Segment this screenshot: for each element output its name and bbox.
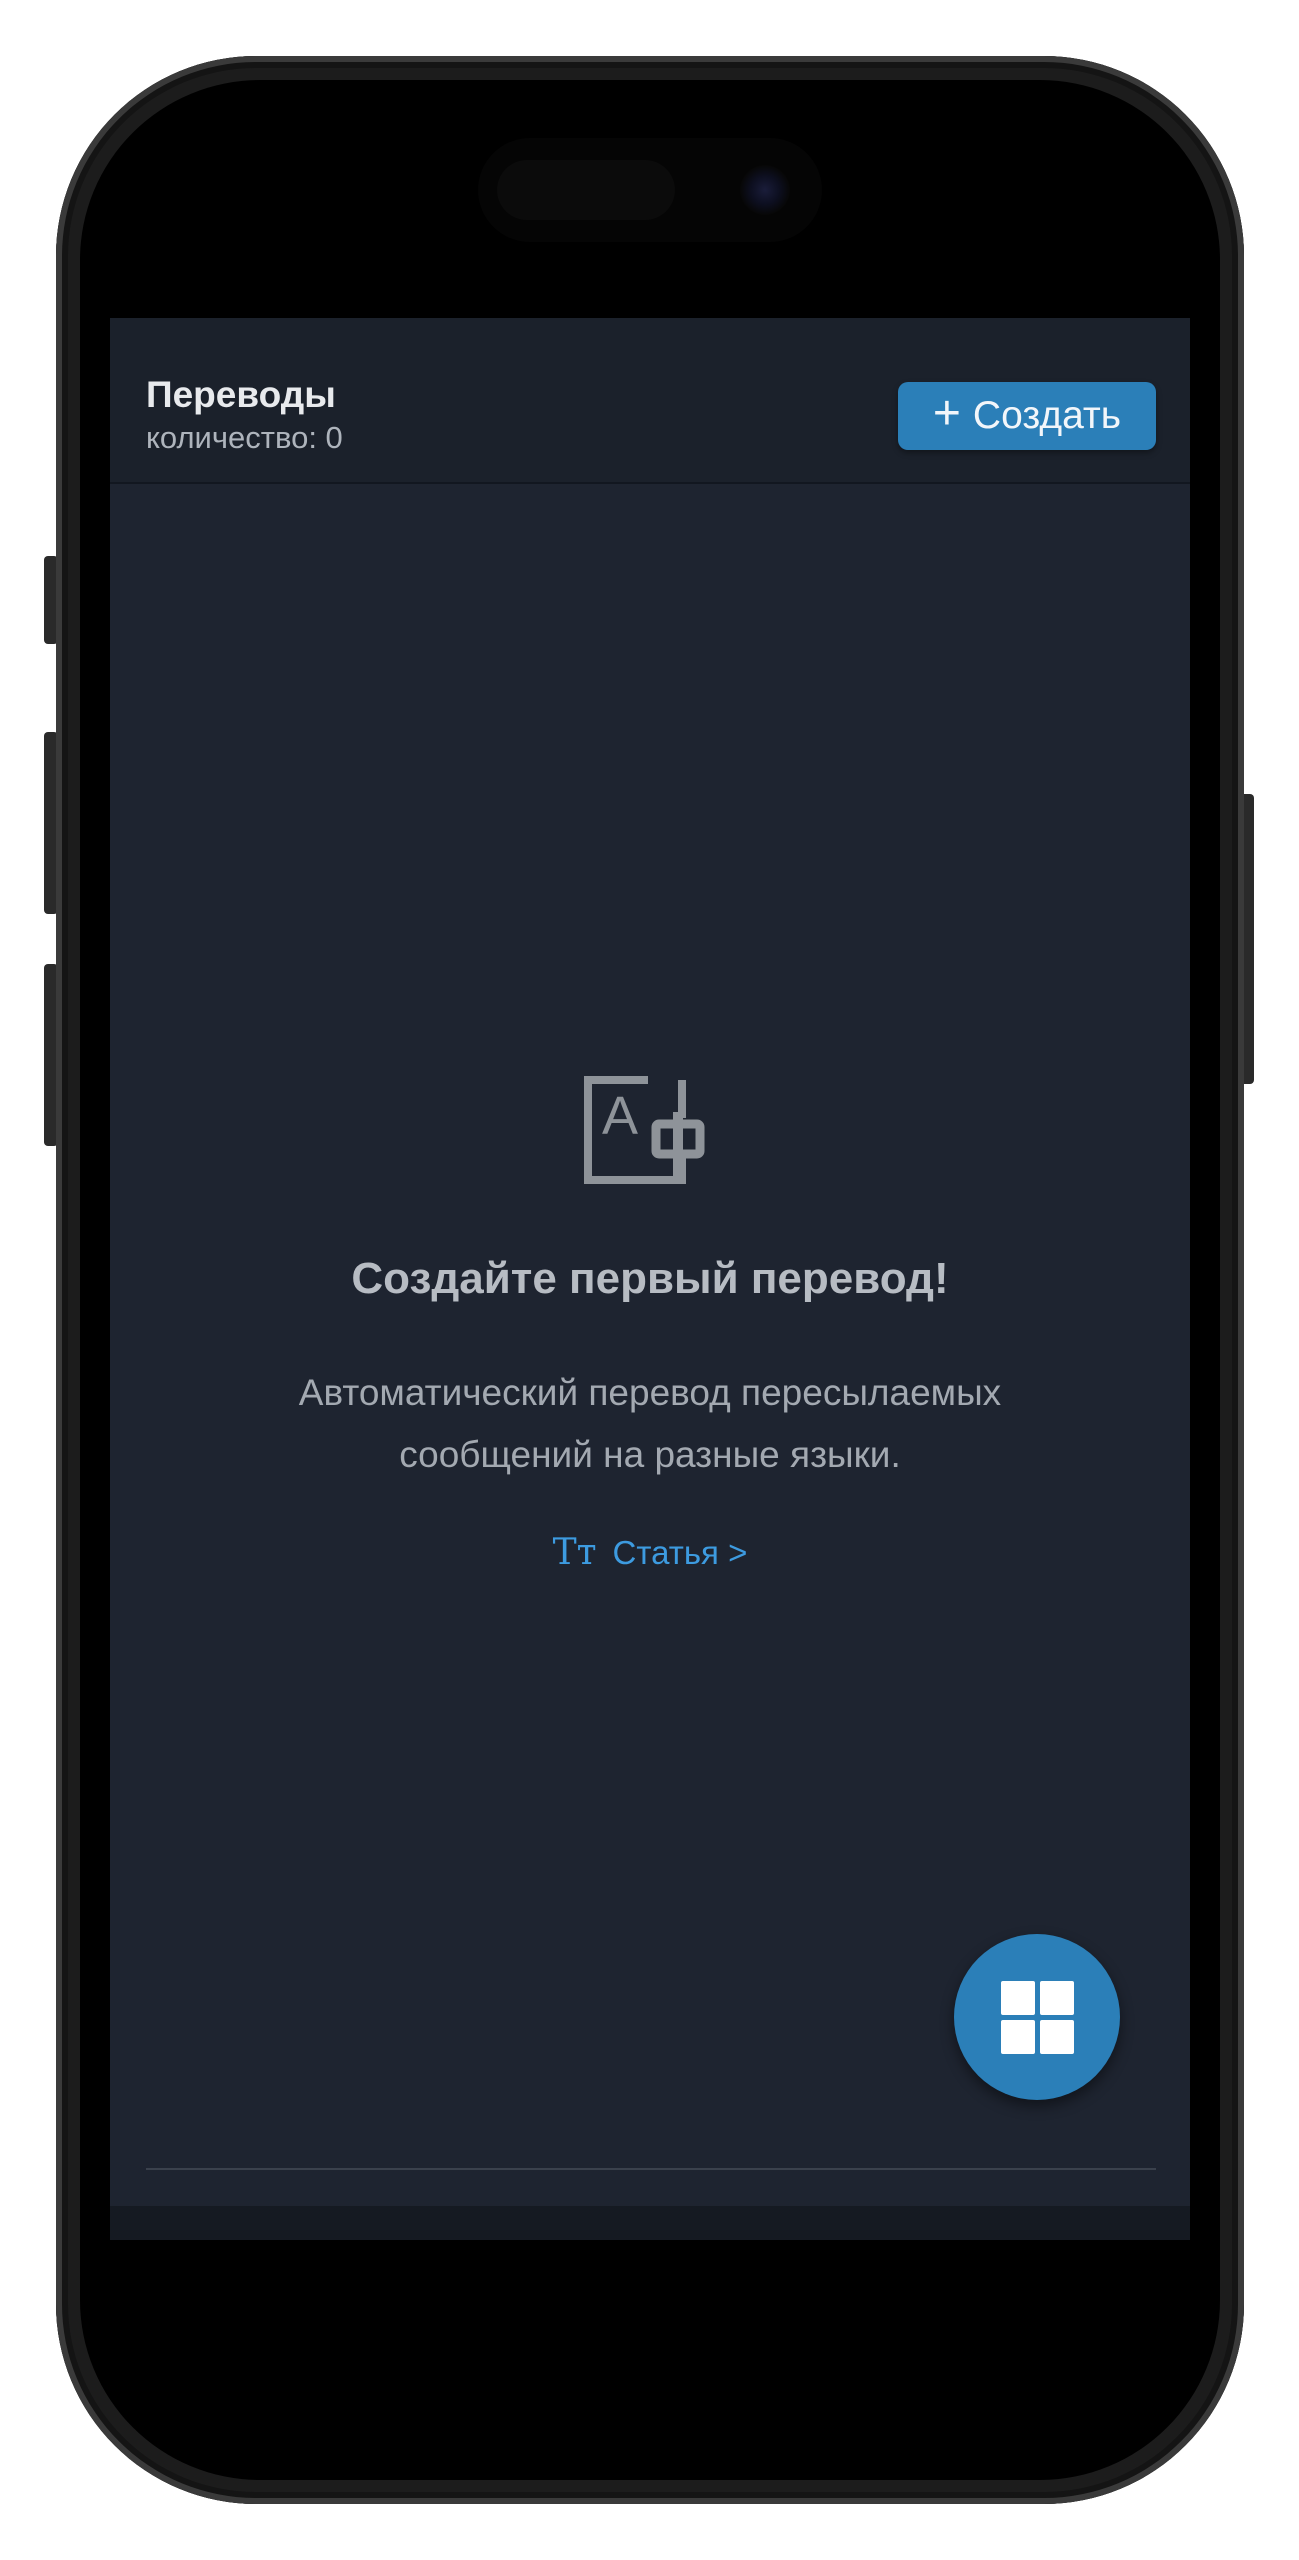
bottom-bar xyxy=(110,2206,1190,2240)
sensor-area xyxy=(497,160,675,220)
items-count: количество: 0 xyxy=(146,420,343,455)
camera-icon xyxy=(740,165,790,215)
divider xyxy=(146,2168,1156,2170)
translate-icon: A xyxy=(584,1076,705,1184)
app-view: Переводы количество: 0 + Создать A Созда… xyxy=(110,318,1190,2240)
page-header: Переводы количество: 0 + Создать xyxy=(110,318,1190,484)
empty-state-description: Автоматический перевод пересылаемых сооб… xyxy=(298,1372,1002,1475)
grid-menu-icon xyxy=(1000,1980,1074,2054)
article-link[interactable]: Tт Статья > xyxy=(110,1532,1190,1573)
page-title: Переводы xyxy=(146,374,336,415)
svg-text:A: A xyxy=(602,1086,638,1146)
device-mockup: Переводы количество: 0 + Создать A Созда… xyxy=(0,0,1299,2560)
article-link-label: Статья > xyxy=(612,1533,748,1571)
menu-fab-button[interactable] xyxy=(954,1934,1120,2100)
text-size-icon: Tт xyxy=(552,1532,597,1573)
empty-state-title: Создайте первый перевод! xyxy=(351,1254,949,1303)
create-button[interactable]: + Создать xyxy=(898,382,1156,450)
create-button-label: Создать xyxy=(972,394,1122,437)
plus-icon: + xyxy=(932,387,961,440)
